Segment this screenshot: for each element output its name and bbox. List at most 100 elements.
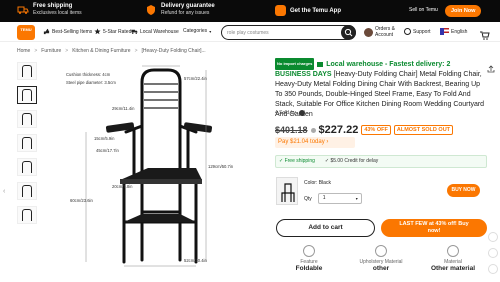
language-label: English xyxy=(451,28,468,35)
chair-thumbnail-image xyxy=(22,89,32,101)
quantity-select[interactable]: 1 ▾ xyxy=(317,193,362,204)
cart-icon[interactable] xyxy=(480,27,490,40)
sell-on-temu-link[interactable]: Sell on Temu xyxy=(409,7,438,13)
free-shipping-promo[interactable]: Free shipping Exclusives local items xyxy=(17,2,82,17)
thumbnail[interactable] xyxy=(17,206,37,224)
thumbnail[interactable] xyxy=(17,110,37,128)
thumbnail-selected[interactable] xyxy=(17,86,37,104)
last-few-buy-button[interactable]: LAST FEW at 43% off! Buy now! xyxy=(381,219,487,237)
variant-image[interactable] xyxy=(276,177,298,205)
nav-local-warehouse[interactable]: Local Warehouse xyxy=(131,28,179,35)
star-icon xyxy=(94,28,101,35)
nav-best-selling-label: Best-Selling Items xyxy=(52,28,93,35)
height-20-label: 20cm/7.8in xyxy=(112,184,133,189)
floating-coupon-button[interactable] xyxy=(488,232,498,242)
chair-thumbnail-image xyxy=(22,137,32,149)
nav-best-selling[interactable]: Best-Selling Items xyxy=(43,28,92,35)
main-product-image[interactable]: Cushion thickness: 4cm Steel pipe diamet… xyxy=(46,62,268,270)
height-60-label: 60cm/23.6in xyxy=(70,198,93,203)
breadcrumb-kitchen[interactable]: Kitchen & Dining Furniture xyxy=(72,48,130,54)
breadcrumb-separator: > xyxy=(65,48,69,54)
import-badge: No import charges xyxy=(275,58,315,70)
store-icon[interactable] xyxy=(298,110,305,116)
scroll-top-button[interactable] xyxy=(488,264,498,274)
info-icon[interactable] xyxy=(310,127,316,133)
search-bar[interactable]: role play costumes xyxy=(221,25,356,40)
chevron-down-icon: ▾ xyxy=(355,196,358,201)
upholstery-icon xyxy=(375,245,387,257)
thumbnail[interactable] xyxy=(17,134,37,152)
support-label: Support xyxy=(413,28,431,35)
avatar xyxy=(364,27,373,37)
pipe-label: Steel pipe diameter: 3.5cm xyxy=(66,80,116,85)
discount-badge: 43% OFF xyxy=(361,125,391,135)
add-to-cart-button[interactable]: Add to cart xyxy=(276,219,375,237)
join-now-button[interactable]: Join Now xyxy=(445,5,482,17)
chevron-right-icon: › xyxy=(326,139,329,145)
color-label: Color: Black xyxy=(304,180,331,186)
spec-item: Material Other material xyxy=(419,245,487,272)
search-button[interactable] xyxy=(341,25,356,40)
thumbnail[interactable] xyxy=(17,182,37,200)
support-link[interactable]: Support xyxy=(404,28,431,35)
logo-text: TEMU xyxy=(20,27,32,32)
account-label: Account xyxy=(375,32,394,38)
chair-thumbnail-image xyxy=(22,65,32,77)
width-15-label: 15cm/5.9in xyxy=(94,136,115,141)
orders-account[interactable]: Orders & Account xyxy=(364,26,395,38)
width-29-label: 29cm/11.4in xyxy=(112,106,135,111)
shield-icon xyxy=(147,4,155,15)
spec-value: other xyxy=(372,265,390,272)
search-icon xyxy=(344,28,353,37)
app-promo[interactable]: Get the Temu App xyxy=(275,5,341,16)
floating-chat-button[interactable] xyxy=(488,248,498,258)
nav-categories[interactable]: Categories ▾ xyxy=(183,28,211,34)
qty-value: 1 xyxy=(322,195,326,201)
temu-logo[interactable]: TEMU xyxy=(17,25,35,40)
headset-icon xyxy=(404,28,411,35)
height-129-label: 129cm/50.7in xyxy=(208,164,234,169)
sale-price: $227.22 xyxy=(318,124,359,136)
share-icon[interactable] xyxy=(487,60,495,73)
shipping-banner[interactable]: ✓ Free shipping ✓ $5.00 Credit for delay xyxy=(275,155,487,168)
price-row: $401.18 $227.22 43% OFF ALMOST SOLD OUT xyxy=(275,124,454,136)
main-nav: TEMU Best-Selling Items 5-Star Rated Loc… xyxy=(0,22,500,42)
spec-value: Foldable xyxy=(295,265,323,272)
nav-categories-label: Categories xyxy=(183,28,208,34)
nav-five-star-label: 5-Star Rated xyxy=(103,28,132,35)
nav-local-warehouse-label: Local Warehouse xyxy=(140,28,179,35)
free-shipping-title: Free shipping xyxy=(33,3,73,9)
cushion-label: Cushion thickness: 4cm xyxy=(66,72,111,77)
language-selector[interactable]: English xyxy=(440,28,467,35)
breadcrumb-separator: > xyxy=(134,48,138,54)
qty-label: Qty xyxy=(304,195,312,202)
breadcrumb-home[interactable]: Home xyxy=(17,48,30,54)
material-icon xyxy=(447,245,459,257)
delivery-title: Delivery guarantee xyxy=(161,3,215,9)
almost-sold-out-badge: ALMOST SOLD OUT xyxy=(393,125,454,135)
delivery-sub: Refund for any issues xyxy=(161,10,210,16)
pay-today-banner[interactable]: Pay $21.04 today › xyxy=(275,137,355,148)
nav-five-star[interactable]: 5-Star Rated xyxy=(94,28,131,35)
chair-thumbnail-image xyxy=(22,209,32,221)
last-few-line2: now! xyxy=(427,228,441,234)
temu-app-icon xyxy=(275,5,286,16)
chair-thumbnail-image xyxy=(22,185,32,197)
thumbs-up-icon xyxy=(43,28,50,35)
truck-icon xyxy=(131,29,138,34)
search-input[interactable]: role play costumes xyxy=(227,30,269,36)
breadcrumb: Home > Furniture > Kitchen & Dining Furn… xyxy=(17,48,206,54)
chevron-left-icon[interactable]: ‹ xyxy=(3,188,5,195)
delivery-guarantee-promo[interactable]: Delivery guarantee Refund for any issues xyxy=(145,2,215,17)
promo-bar: Free shipping Exclusives local items Del… xyxy=(0,0,500,22)
width-45-label: 45cm/17.7in xyxy=(96,148,119,153)
free-shipping-sub: Exclusives local items xyxy=(33,10,82,16)
spec-value: Other material xyxy=(430,265,476,272)
thumbnail[interactable] xyxy=(17,158,37,176)
thumbnail[interactable] xyxy=(17,62,37,80)
chair-thumbnail-image xyxy=(22,161,32,173)
breadcrumb-furniture[interactable]: Furniture xyxy=(41,48,61,54)
buy-now-button[interactable]: BUY NOW xyxy=(447,184,480,197)
sold-info: 4 Sold by xyxy=(275,110,305,116)
sold-text: 4 Sold by xyxy=(275,110,296,116)
